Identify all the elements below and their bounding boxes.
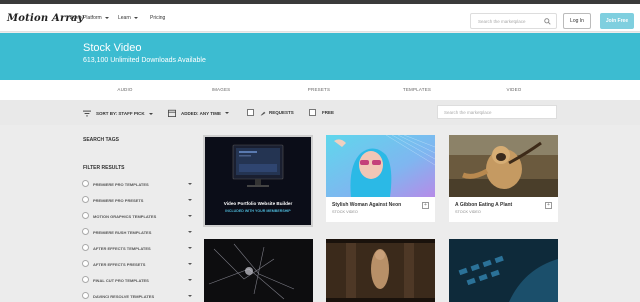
radio-button[interactable] <box>82 212 89 219</box>
join-free-button[interactable]: Join Free <box>600 13 634 29</box>
sort-dropdown[interactable]: SORT BY: STAFF PICK <box>83 110 153 117</box>
radio-button[interactable] <box>82 180 89 187</box>
chevron-down-icon[interactable] <box>188 183 192 185</box>
video-thumbnail[interactable] <box>204 239 313 302</box>
request-icon <box>260 111 266 115</box>
add-to-collection-icon[interactable]: + <box>422 202 429 209</box>
free-checkbox[interactable] <box>309 109 316 116</box>
tab-video[interactable]: Video <box>506 87 521 92</box>
chevron-down-icon[interactable] <box>188 247 192 249</box>
filter-item[interactable]: Motion Graphics Templates <box>82 212 194 221</box>
video-thumbnail[interactable] <box>449 239 558 302</box>
header-search-input[interactable]: Search the marketplace <box>470 13 557 29</box>
card-subtitle: Stock Video <box>332 210 358 214</box>
tab-presets[interactable]: Presets <box>308 87 330 92</box>
filter-item[interactable]: After Effects Templates <box>82 244 194 253</box>
radio-button[interactable] <box>82 228 89 235</box>
tab-images[interactable]: Images <box>212 87 231 92</box>
nav-video-platform[interactable]: Video Platform <box>69 15 109 21</box>
filter-item[interactable]: DaVinci Resolve Templates <box>82 292 194 301</box>
free-toggle[interactable]: FREE <box>309 109 334 116</box>
page-title: Stock Video <box>83 42 142 54</box>
chevron-down-icon <box>225 112 230 114</box>
hero-banner: Stock Video 613,100 Unlimited Downloads … <box>0 33 640 80</box>
marketplace-search-input[interactable]: Search the marketplace <box>437 105 557 119</box>
radio-button[interactable] <box>82 260 89 267</box>
requests-checkbox[interactable] <box>247 109 254 116</box>
nav-pricing[interactable]: Pricing <box>150 15 165 21</box>
chevron-down-icon <box>104 16 109 19</box>
tab-audio[interactable]: Audio <box>117 87 132 92</box>
filter-item[interactable]: Premiere Pro Templates <box>82 180 194 189</box>
chevron-down-icon[interactable] <box>188 263 192 265</box>
video-card[interactable]: A Gibbon Eating A Plant Stock Video + <box>449 135 558 222</box>
chevron-down-icon <box>133 16 138 19</box>
add-to-collection-icon[interactable]: + <box>545 202 552 209</box>
chevron-down-icon[interactable] <box>188 199 192 201</box>
sort-icon <box>83 110 91 117</box>
category-tabs: Audio Images Presets Templates Video <box>0 80 640 100</box>
radio-button[interactable] <box>82 244 89 251</box>
card-subtitle: Stock Video <box>455 210 481 214</box>
site-header: Motion Array Video Platform Learn Pricin… <box>0 4 640 32</box>
requests-toggle[interactable]: REQUESTS <box>247 109 294 116</box>
video-thumbnail[interactable] <box>449 135 558 197</box>
nav-learn[interactable]: Learn <box>118 15 138 21</box>
radio-button[interactable] <box>82 196 89 203</box>
radio-button[interactable] <box>82 292 89 299</box>
chevron-down-icon[interactable] <box>188 295 192 297</box>
video-thumbnail[interactable] <box>326 239 435 302</box>
search-tags-heading: Search Tags <box>83 137 120 143</box>
filter-item[interactable]: Final Cut Pro Templates <box>82 276 194 285</box>
page-subtitle: 613,100 Unlimited Downloads Available <box>83 57 206 64</box>
chevron-down-icon[interactable] <box>188 279 192 281</box>
filter-item[interactable]: Premiere Rush Templates <box>82 228 194 237</box>
card-title[interactable]: A Gibbon Eating A Plant <box>455 202 512 208</box>
promo-card[interactable]: Video Portfolio Website Builder INCLUDED… <box>203 135 313 227</box>
video-card[interactable]: Stylish Woman Against Neon Stock Video + <box>326 135 435 222</box>
filter-results-heading: Filter Results <box>83 165 125 171</box>
calendar-icon <box>168 109 176 117</box>
filter-item[interactable]: Premiere Pro Presets <box>82 196 194 205</box>
video-thumbnail[interactable] <box>326 135 435 197</box>
chevron-down-icon[interactable] <box>188 215 192 217</box>
search-icon[interactable] <box>544 18 551 25</box>
chevron-down-icon[interactable] <box>188 231 192 233</box>
chevron-down-icon <box>148 112 153 115</box>
login-button[interactable]: Log In <box>563 13 591 29</box>
radio-button[interactable] <box>82 276 89 283</box>
filter-item[interactable]: After Effects Presets <box>82 260 194 269</box>
promo-subtitle: INCLUDED WITH YOUR MEMBERSHIP <box>225 209 291 213</box>
promo-title: Video Portfolio Website Builder <box>223 201 293 206</box>
tab-templates[interactable]: Templates <box>403 87 431 92</box>
added-dropdown[interactable]: ADDED: ANY TIME <box>168 109 230 117</box>
card-title[interactable]: Stylish Woman Against Neon <box>332 202 401 208</box>
